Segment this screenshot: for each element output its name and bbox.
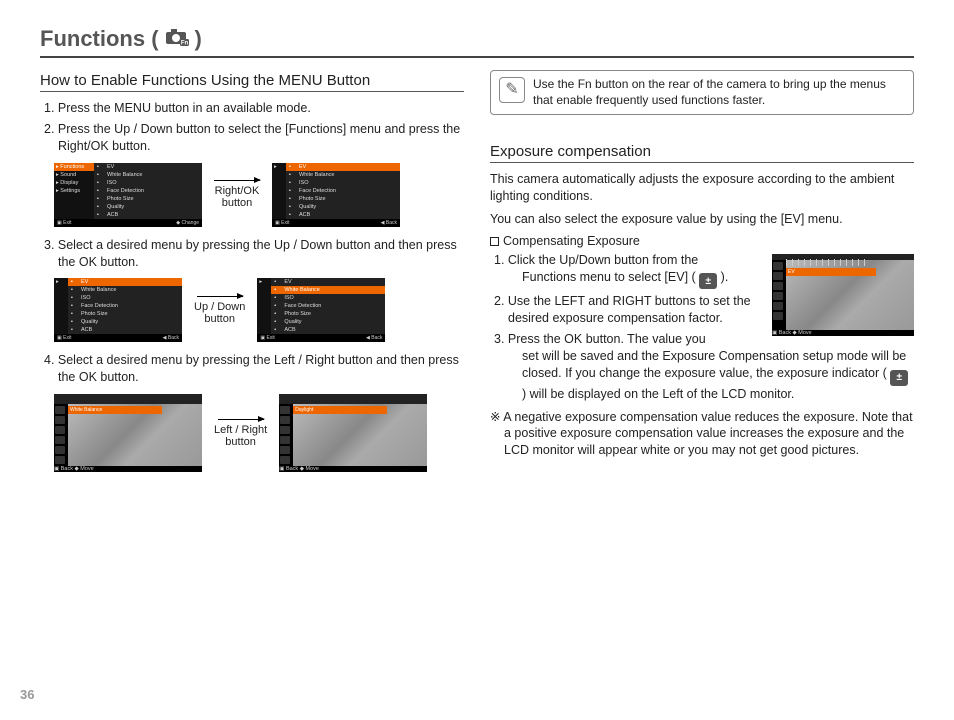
menu-shot-3: ▸ ▪EV▪White Balance▪ISO▪Face Detection▪P… [54,278,182,342]
right-heading: Exposure compensation [490,143,914,163]
arrow-label-1: Right/OK button [214,180,260,209]
exposure-para-1: This camera automatically adjusts the ex… [490,171,914,205]
menu-shot-1: ▸ Functions▸ Sound▸ Display▸ Settings ▪E… [54,163,202,227]
title-prefix: Functions ( [40,26,159,52]
menu-shot-2: ▸ ▪EV▪White Balance▪ISO▪Face Detection▪P… [272,163,400,227]
exposure-para-2: You can also select the exposure value b… [490,211,914,228]
arrow-right-icon [218,419,264,420]
fn-note-box: ✎ Use the Fn button on the rear of the c… [490,70,914,115]
arrow-right-icon [214,180,260,181]
ev-photo-shot: EV ▣ Back ◆ Move [772,254,914,336]
ev-icon: ± [890,370,908,386]
left-heading: How to Enable Functions Using the MENU B… [40,72,464,92]
screenshot-row-2: ▸ ▪EV▪White Balance▪ISO▪Face Detection▪P… [54,278,464,342]
page-title: Functions ( Fn ) [40,26,914,58]
arrow-label-3: Left / Right button [214,419,267,448]
negative-exposure-note: ※ A negative exposure compensation value… [490,409,914,460]
ev-icon: ± [699,273,717,289]
note-icon: ✎ [499,77,525,103]
left-step-4: 4. Select a desired menu by pressing the… [44,352,464,386]
title-suffix: ) [195,26,202,52]
right-step-3: 3. Press the OK button. The value you se… [494,331,914,402]
left-step-1: 1. Press the MENU button in an available… [44,100,464,117]
photo-shot-2: Daylight ▣ Back ◆ Move [279,394,427,472]
note-text: Use the Fn button on the rear of the cam… [533,77,905,108]
screenshot-row-1: ▸ Functions▸ Sound▸ Display▸ Settings ▪E… [54,163,464,227]
menu-shot-4: ▸ ▪EV▪White Balance▪ISO▪Face Detection▪P… [257,278,385,342]
photo-shot-1: White Balance ▣ Back ◆ Move [54,394,202,472]
compensating-title: Compensating Exposure [490,234,914,248]
left-step-2: 2. Press the Up / Down button to select … [44,121,464,155]
camera-fn-icon: Fn [165,26,189,52]
arrow-label-2: Up / Down button [194,296,245,325]
screenshot-row-3: White Balance ▣ Back ◆ Move Left / Right… [54,394,464,472]
svg-text:Fn: Fn [180,41,188,47]
left-step-3: 3. Select a desired menu by pressing the… [44,237,464,271]
page-number: 36 [20,687,34,702]
arrow-right-icon [197,296,243,297]
square-bullet-icon [490,237,499,246]
